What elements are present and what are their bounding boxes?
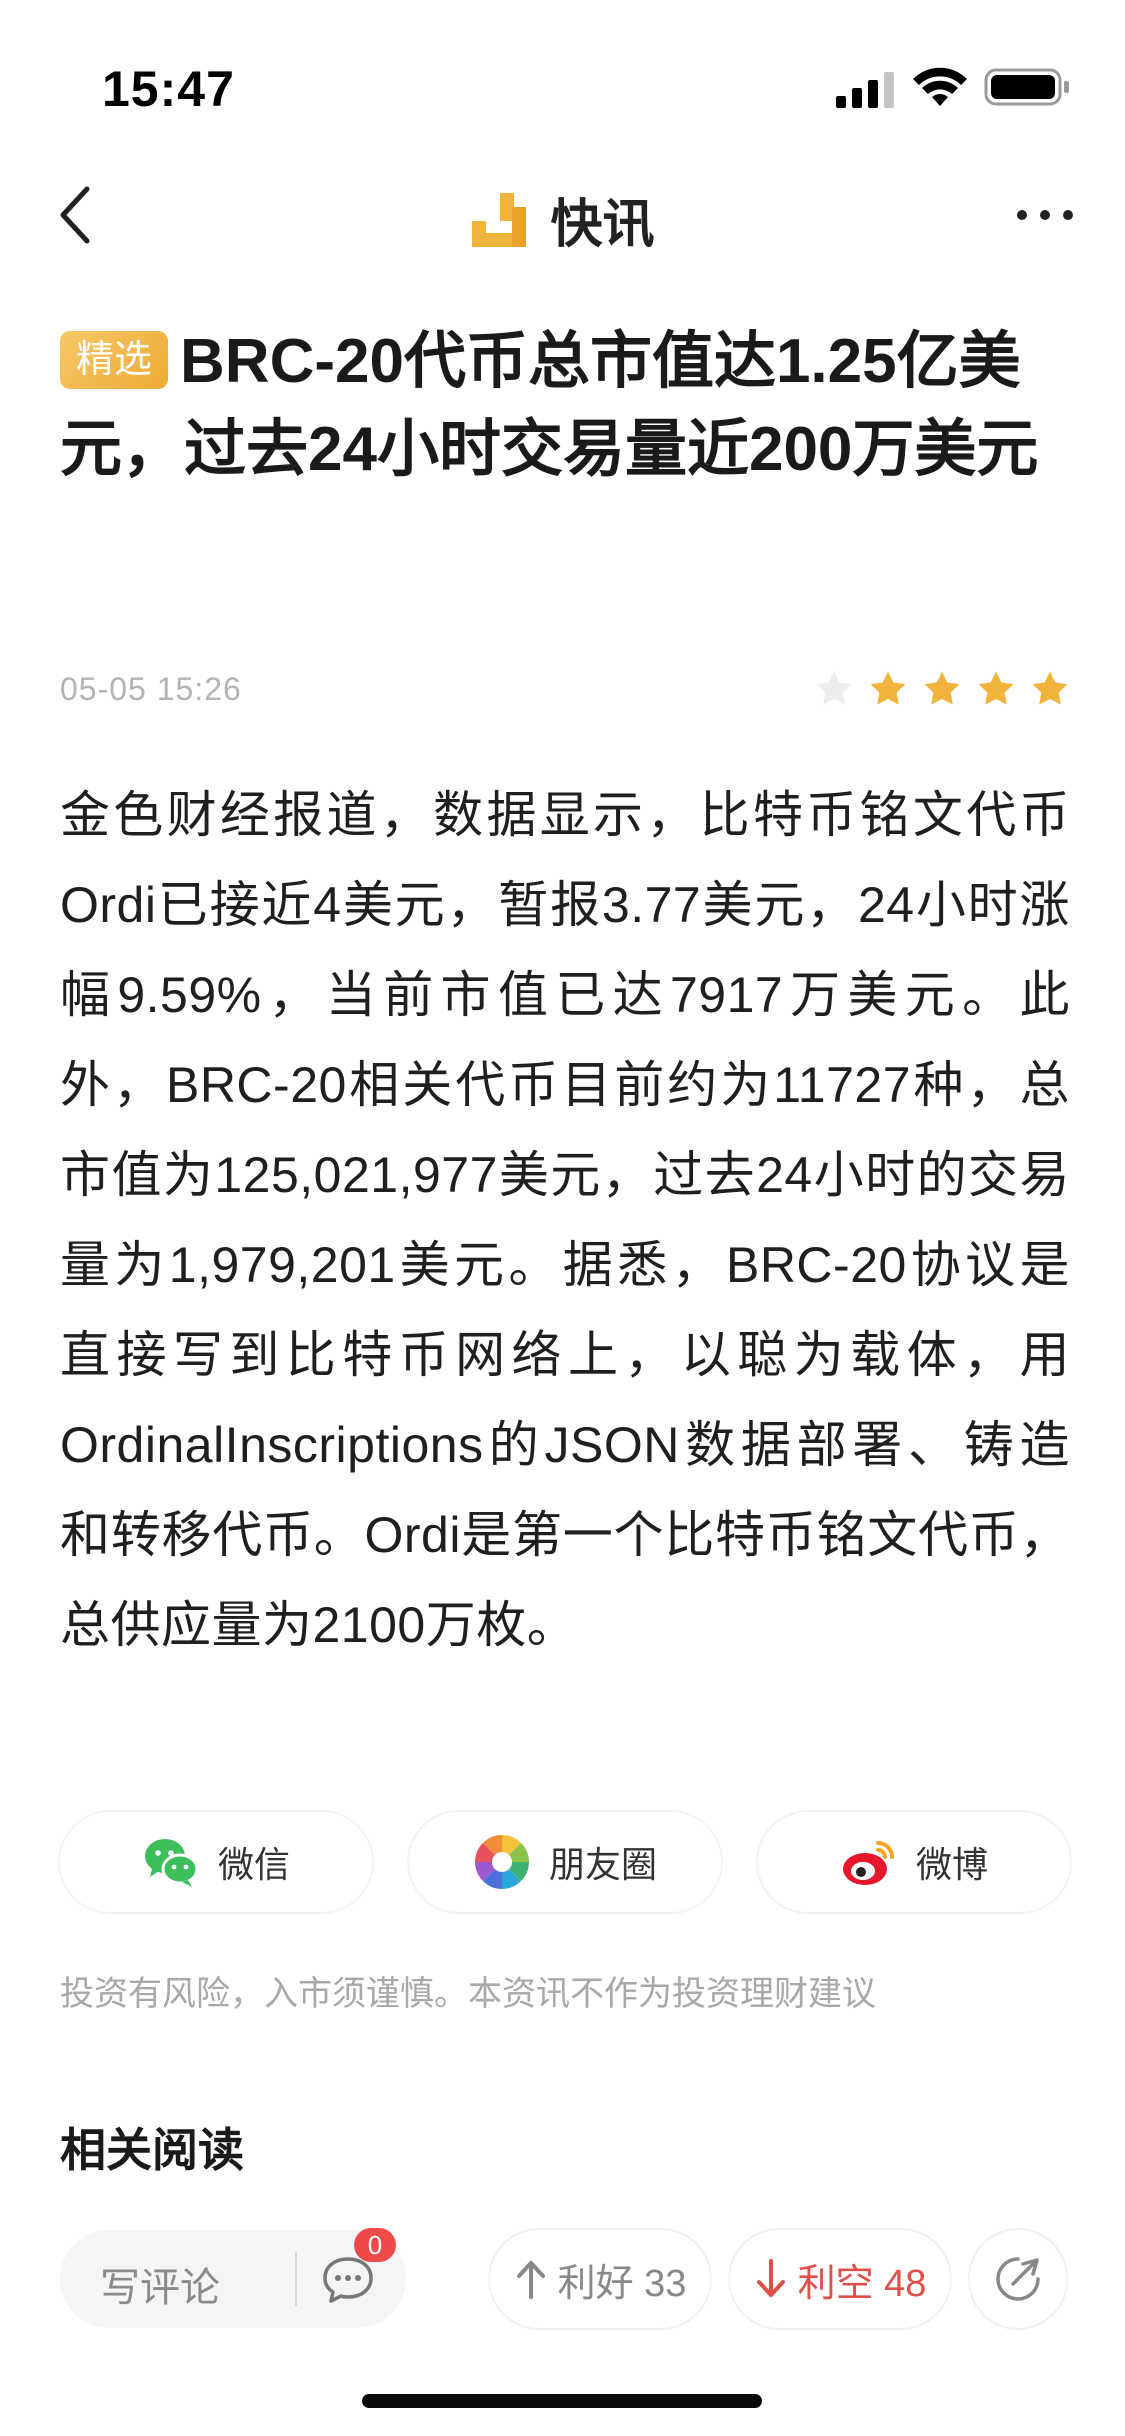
comment-count-badge: 0: [354, 2228, 396, 2262]
comment-input[interactable]: 写评论 0: [60, 2228, 406, 2328]
status-bar: 15:47: [0, 0, 1125, 132]
wifi-icon: [913, 67, 967, 106]
weibo-icon: [842, 1841, 894, 1885]
arrow-down-icon: [756, 2259, 785, 2297]
more-options-button[interactable]: [1005, 180, 1085, 250]
article-title-text: BRC-20代币总市值达1.25亿美元，过去24小时交易量近200万美元: [60, 327, 1039, 484]
wechat-icon: [144, 1839, 199, 1887]
star-filled-icon: [1032, 671, 1068, 705]
comment-placeholder: 写评论: [100, 2266, 220, 2310]
star-filled-icon: [978, 671, 1014, 705]
share-wechat-button[interactable]: 微信: [60, 1812, 372, 1912]
article-meta: 05-05 15:26: [60, 664, 1070, 714]
nav-bar: 快讯: [0, 160, 1125, 270]
share-button[interactable]: [970, 2230, 1066, 2328]
bullish-vote-button[interactable]: 利好 33: [490, 2230, 710, 2328]
share-weibo-label: 微博: [915, 1844, 988, 1885]
article-body: 金色财经报道，数据显示，比特币铭文代币Ordi已接近4美元，暂报3.77美元，2…: [60, 787, 1070, 1653]
related-reading-heading: 相关阅读: [60, 2124, 244, 2176]
publish-date: 05-05 15:26: [60, 670, 242, 707]
share-moments-label: 朋友圈: [548, 1844, 657, 1885]
share-row: 微信 朋友圈 微博: [60, 1812, 1070, 1912]
cellular-signal-icon: [836, 72, 894, 108]
share-arrow-icon: [996, 2257, 1040, 2301]
status-time: 15:47: [102, 61, 235, 117]
battery-icon: [984, 68, 1069, 106]
nav-title-group: 快讯: [0, 182, 1125, 257]
brand-logo-icon: [472, 192, 527, 247]
featured-badge: 精选: [60, 331, 169, 389]
share-moments-button[interactable]: 朋友圈: [409, 1812, 721, 1912]
bullish-vote-label: 利好 33: [557, 2262, 687, 2305]
arrow-up-icon: [516, 2261, 545, 2299]
star-filled-icon: [924, 671, 960, 705]
ellipsis-icon: [1017, 210, 1073, 220]
bottom-action-bar: 写评论 0 利好 33 利空 48: [0, 2228, 1125, 2340]
comment-divider: [295, 2252, 297, 2306]
star-empty-icon: [816, 671, 852, 705]
moments-icon: [474, 1835, 529, 1889]
share-weibo-button[interactable]: 微博: [758, 1812, 1070, 1912]
home-indicator: [362, 2394, 762, 2408]
bearish-vote-label: 利空 48: [797, 2262, 927, 2305]
star-filled-icon: [870, 671, 906, 705]
bearish-vote-button[interactable]: 利空 48: [730, 2230, 950, 2328]
nav-title: 快讯: [550, 196, 655, 254]
share-wechat-label: 微信: [217, 1844, 290, 1885]
risk-disclaimer: 投资有风险，入市须谨慎。本资讯不作为投资理财建议: [60, 1975, 876, 2013]
article-title: 精选 BRC-20代币总市值达1.25亿美元，过去24小时交易量近200万美元: [60, 318, 1070, 494]
importance-rating: [814, 669, 1070, 709]
